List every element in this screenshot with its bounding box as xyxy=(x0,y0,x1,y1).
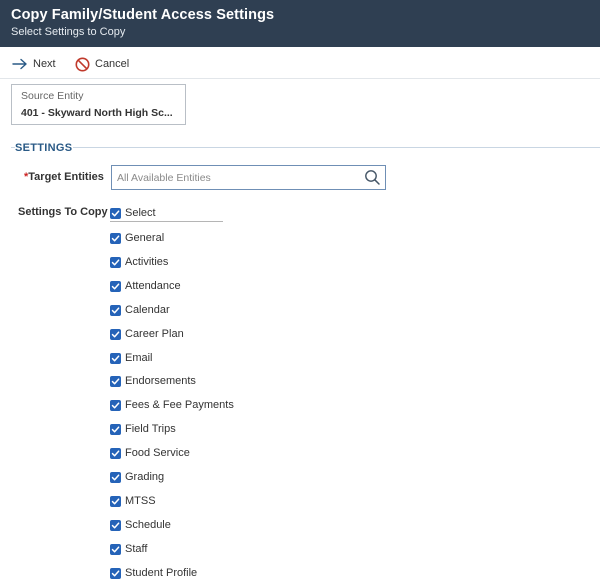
cancel-button-label: Cancel xyxy=(95,58,130,70)
checkbox-checked[interactable] xyxy=(110,543,121,555)
setting-option-label: Calendar xyxy=(125,304,170,316)
checkmark-icon xyxy=(111,354,120,361)
setting-option-checkbox[interactable]: Activities xyxy=(110,255,168,269)
checkbox-checked[interactable] xyxy=(110,399,121,411)
target-entities-input[interactable] xyxy=(112,166,357,189)
checkmark-icon xyxy=(111,569,120,576)
checkbox-checked[interactable] xyxy=(110,495,121,507)
source-entity-value: 401 - Skyward North High Sc... xyxy=(21,107,173,119)
setting-option-label: Food Service xyxy=(125,447,190,459)
checkmark-icon xyxy=(111,401,120,408)
search-icon[interactable] xyxy=(364,169,381,186)
checkmark-icon xyxy=(111,425,120,432)
settings-to-copy-label: Settings To Copy xyxy=(18,206,108,218)
setting-option-checkbox[interactable]: Career Plan xyxy=(110,327,184,341)
setting-option-checkbox[interactable]: Schedule xyxy=(110,518,171,532)
setting-option-checkbox[interactable]: Attendance xyxy=(110,279,181,293)
checkmark-icon xyxy=(111,209,120,216)
setting-option-label: Field Trips xyxy=(125,423,176,435)
checkmark-icon xyxy=(111,377,120,384)
setting-option-checkbox[interactable]: Grading xyxy=(110,470,164,484)
next-button[interactable]: Next xyxy=(12,55,56,73)
setting-option-checkbox[interactable]: Endorsements xyxy=(110,374,196,388)
setting-option-label: Activities xyxy=(125,256,169,268)
select-all-label: Select xyxy=(125,207,156,219)
setting-option-checkbox[interactable]: Fees & Fee Payments xyxy=(110,398,234,412)
target-entities-label: *Target Entities xyxy=(24,171,104,183)
arrow-right-icon xyxy=(12,58,27,70)
setting-option-checkbox[interactable]: MTSS xyxy=(110,494,156,508)
cancel-icon xyxy=(75,57,90,71)
checkbox-checked[interactable] xyxy=(110,447,121,459)
checkbox-checked[interactable] xyxy=(110,280,121,292)
page-title: Copy Family/Student Access Settings xyxy=(11,7,275,23)
target-entities-field[interactable] xyxy=(111,165,386,190)
checkbox-checked[interactable] xyxy=(110,207,121,219)
checkmark-icon xyxy=(111,258,120,265)
checkmark-icon xyxy=(111,473,120,480)
setting-option-checkbox[interactable]: Email xyxy=(110,351,153,365)
setting-option-label: Fees & Fee Payments xyxy=(125,399,234,411)
source-entity-field: Source Entity 401 - Skyward North High S… xyxy=(11,84,186,125)
setting-option-checkbox[interactable]: Calendar xyxy=(110,303,170,317)
checkbox-checked[interactable] xyxy=(110,567,121,579)
page-subtitle: Select Settings to Copy xyxy=(11,26,126,38)
page-header: Copy Family/Student Access Settings Sele… xyxy=(0,0,600,47)
setting-option-label: Career Plan xyxy=(125,328,184,340)
setting-option-label: Staff xyxy=(125,543,148,555)
checkmark-icon xyxy=(111,545,120,552)
checkbox-checked[interactable] xyxy=(110,423,121,435)
checkmark-icon xyxy=(111,330,120,337)
next-button-label: Next xyxy=(33,58,56,70)
checkbox-checked[interactable] xyxy=(110,256,121,268)
checkmark-icon xyxy=(111,282,120,289)
setting-option-checkbox[interactable]: Staff xyxy=(110,542,147,556)
checkbox-checked[interactable] xyxy=(110,352,121,364)
checkbox-checked[interactable] xyxy=(110,328,121,340)
checkmark-icon xyxy=(111,449,120,456)
setting-option-label: General xyxy=(125,232,165,244)
source-entity-label: Source Entity xyxy=(21,90,84,102)
select-all-divider xyxy=(110,221,223,222)
checkbox-checked[interactable] xyxy=(110,519,121,531)
checkmark-icon xyxy=(111,306,120,313)
section-divider xyxy=(73,147,600,148)
setting-option-label: Endorsements xyxy=(125,375,196,387)
target-entities-label-text: Target Entities xyxy=(28,171,104,183)
cancel-button[interactable]: Cancel xyxy=(75,55,129,73)
checkmark-icon xyxy=(111,521,120,528)
checkbox-checked[interactable] xyxy=(110,232,121,244)
setting-option-checkbox[interactable]: Field Trips xyxy=(110,422,176,436)
checkmark-icon xyxy=(111,234,120,241)
setting-option-label: Grading xyxy=(125,471,165,483)
setting-option-label: MTSS xyxy=(125,495,156,507)
toolbar: Next Cancel xyxy=(0,47,600,79)
setting-option-label: Attendance xyxy=(125,280,181,292)
setting-option-checkbox[interactable]: Student Profile xyxy=(110,566,197,580)
select-all-checkbox[interactable]: Select xyxy=(110,206,156,220)
setting-option-checkbox[interactable]: Food Service xyxy=(110,446,190,460)
checkmark-icon xyxy=(111,497,120,504)
checkbox-checked[interactable] xyxy=(110,471,121,483)
setting-option-label: Schedule xyxy=(125,519,171,531)
checkbox-checked[interactable] xyxy=(110,304,121,316)
setting-option-label: Student Profile xyxy=(125,567,198,579)
settings-section-title: SETTINGS xyxy=(15,142,73,154)
setting-option-checkbox[interactable]: General xyxy=(110,231,164,245)
checkbox-checked[interactable] xyxy=(110,375,121,387)
setting-option-label: Email xyxy=(125,352,153,364)
